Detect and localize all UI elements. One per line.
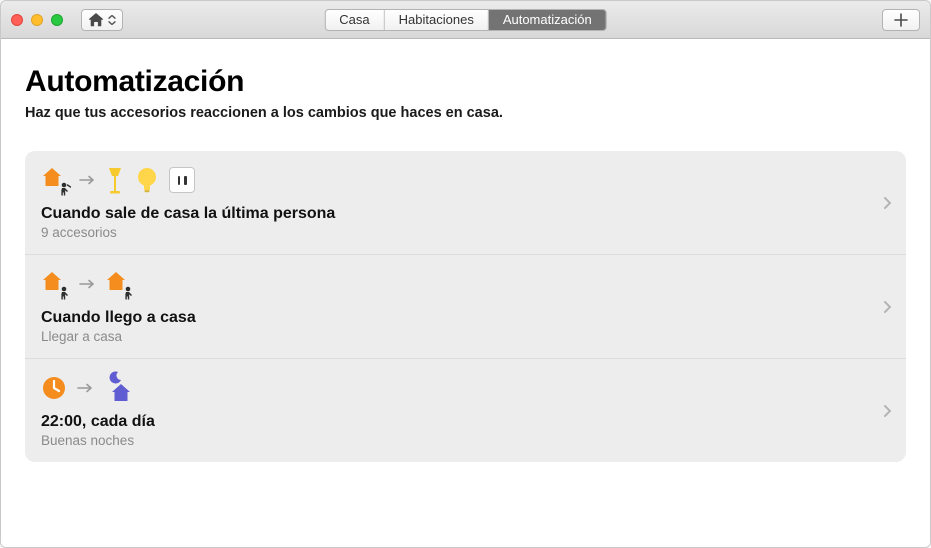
tab-casa[interactable]: Casa — [325, 10, 384, 30]
page-subtitle: Haz que tus accesorios reaccionen a los … — [25, 105, 906, 121]
home-icon — [88, 13, 104, 27]
app-window: Casa Habitaciones Automatización Automat… — [0, 0, 931, 548]
arrow-icon — [79, 279, 95, 289]
automation-subtitle: 9 accesorios — [41, 225, 890, 240]
view-tabs: Casa Habitaciones Automatización — [324, 9, 606, 31]
page-title: Automatización — [25, 65, 906, 99]
chevron-right-icon — [883, 300, 892, 314]
automation-subtitle: Llegar a casa — [41, 329, 890, 344]
automation-icon-line — [41, 165, 890, 195]
minimize-window-button[interactable] — [31, 14, 43, 26]
arrow-icon — [79, 175, 95, 185]
automation-icon-line — [41, 269, 890, 299]
night-home-icon — [103, 374, 131, 402]
chevron-down-icon — [108, 15, 116, 25]
bulb-icon — [135, 166, 159, 194]
add-button[interactable] — [882, 9, 920, 31]
window-controls — [11, 14, 63, 26]
automation-row[interactable]: Cuando llego a casa Llegar a casa — [25, 255, 906, 359]
plus-icon — [894, 13, 908, 27]
automation-subtitle: Buenas noches — [41, 433, 890, 448]
automation-title: Cuando sale de casa la última persona — [41, 205, 890, 223]
chevron-right-icon — [883, 196, 892, 210]
automation-title: Cuando llego a casa — [41, 309, 890, 327]
automation-row[interactable]: 22:00, cada día Buenas noches — [25, 359, 906, 462]
automation-icon-line — [41, 373, 890, 403]
floor-lamp-icon — [105, 165, 125, 195]
content-area: Automatización Haz que tus accesorios re… — [1, 39, 930, 547]
tab-automatizacion[interactable]: Automatización — [489, 10, 606, 30]
chevron-right-icon — [883, 404, 892, 418]
leave-home-icon — [41, 270, 69, 298]
zoom-window-button[interactable] — [51, 14, 63, 26]
automations-card: Cuando sale de casa la última persona 9 … — [25, 151, 906, 462]
clock-icon — [41, 375, 67, 401]
toolbar: Casa Habitaciones Automatización — [1, 1, 930, 39]
home-selector-dropdown[interactable] — [81, 9, 123, 31]
automation-row[interactable]: Cuando sale de casa la última persona 9 … — [25, 151, 906, 255]
leave-home-icon — [41, 166, 69, 194]
arrow-icon — [77, 383, 93, 393]
close-window-button[interactable] — [11, 14, 23, 26]
automation-title: 22:00, cada día — [41, 413, 890, 431]
tab-habitaciones[interactable]: Habitaciones — [385, 10, 489, 30]
outlet-icon — [169, 167, 195, 193]
arrive-home-icon — [105, 270, 133, 298]
